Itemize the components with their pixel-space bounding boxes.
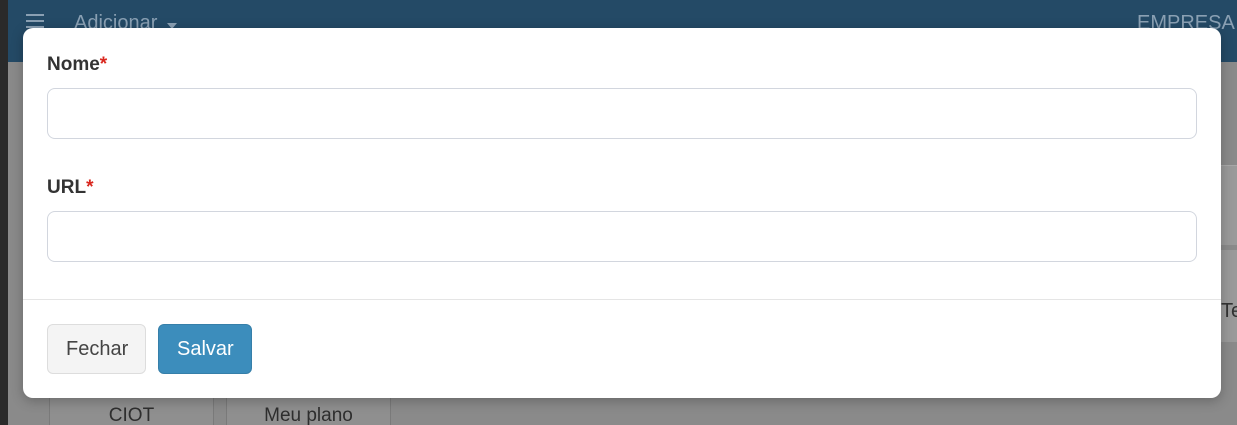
save-button[interactable]: Salvar — [158, 324, 252, 374]
name-field-group: Nome* — [47, 54, 1197, 139]
url-input[interactable] — [47, 211, 1197, 262]
modal-body: Nome* URL* — [23, 28, 1221, 299]
close-button[interactable]: Fechar — [47, 324, 146, 374]
required-mark: * — [99, 54, 108, 75]
modal-footer: Fechar Salvar — [23, 299, 1221, 398]
modal-dialog: Nome* URL* Fechar Salvar — [23, 28, 1221, 398]
url-field-group: URL* — [47, 177, 1197, 262]
card-label: CIOT — [108, 405, 155, 425]
background-panel — [1221, 165, 1237, 245]
url-label-text: URL — [47, 177, 87, 198]
card-label: Meu plano — [264, 405, 353, 425]
name-input[interactable] — [47, 88, 1197, 139]
background-tab-label: Te — [1221, 300, 1237, 322]
background-panel — [1221, 250, 1237, 342]
url-label: URL* — [47, 177, 1197, 199]
name-label: Nome* — [47, 54, 1197, 76]
required-mark: * — [86, 177, 94, 198]
name-label-text: Nome — [47, 54, 100, 75]
hamburger-menu-icon[interactable] — [26, 14, 44, 28]
left-edge-strip — [0, 0, 8, 425]
